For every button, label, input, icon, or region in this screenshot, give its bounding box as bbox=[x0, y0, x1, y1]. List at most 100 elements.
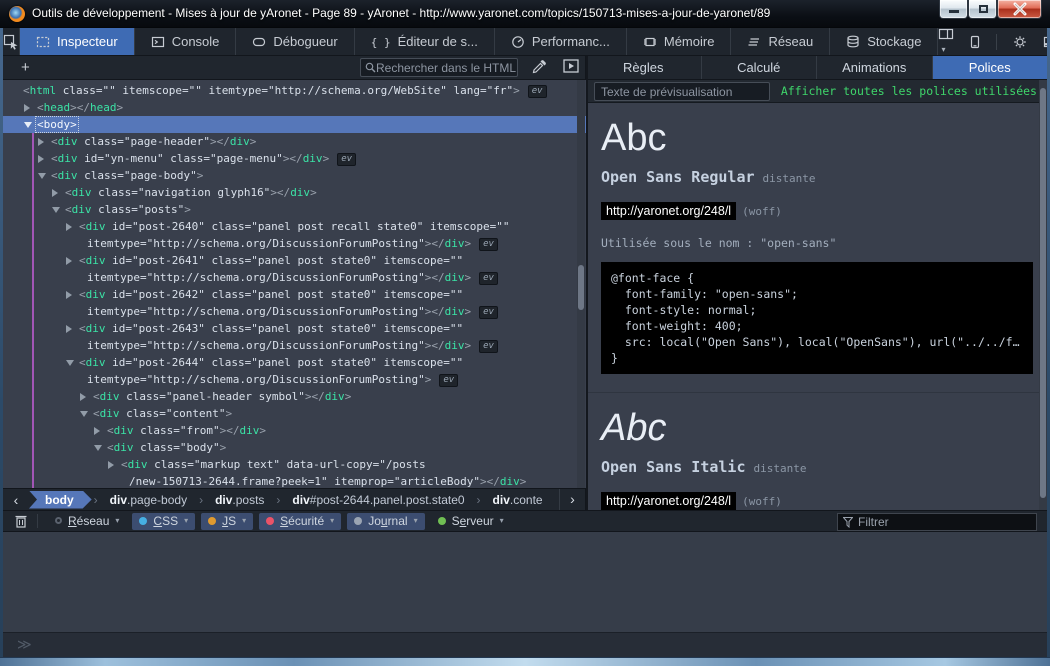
expand-arrow-icon[interactable] bbox=[94, 427, 100, 435]
markup-node[interactable]: itemtype="http://schema.org/DiscussionFo… bbox=[3, 371, 586, 388]
markup-node[interactable]: <div class="posts"> bbox=[3, 201, 586, 218]
toolbox-tab-rseau[interactable]: Réseau bbox=[731, 28, 830, 55]
markup-node[interactable]: <div id="post-2642" class="panel post st… bbox=[3, 286, 586, 303]
markup-node[interactable]: <div class="content"> bbox=[3, 405, 586, 422]
toolbox-tab-mmoire[interactable]: Mémoire bbox=[627, 28, 732, 55]
console-output[interactable] bbox=[3, 532, 1047, 632]
markup-node[interactable]: <div id="yn-menu" class="page-menu"></di… bbox=[3, 150, 586, 167]
fonts-scrollbar[interactable] bbox=[1039, 80, 1047, 510]
console-filter-input[interactable] bbox=[858, 515, 1028, 529]
dock-split-button[interactable]: ▾ bbox=[938, 28, 954, 55]
expand-arrow-icon[interactable] bbox=[108, 461, 114, 469]
eyedropper-icon[interactable] bbox=[531, 59, 547, 75]
collapse-arrow-icon[interactable] bbox=[94, 445, 102, 451]
markup-node[interactable]: itemtype="http://schema.org/DiscussionFo… bbox=[3, 303, 586, 320]
font-url-link[interactable]: http://yaronet.org/248/l bbox=[601, 492, 736, 510]
breadcrumb-item[interactable]: div#post-2644.panel.post.state0 bbox=[282, 491, 474, 509]
minimize-button[interactable] bbox=[939, 0, 968, 19]
collapse-arrow-icon[interactable] bbox=[38, 173, 46, 179]
markup-node[interactable]: itemtype="http://schema.org/DiscussionFo… bbox=[3, 337, 586, 354]
markup-node[interactable]: <div class="body"> bbox=[3, 439, 586, 456]
expand-arrow-icon[interactable] bbox=[80, 393, 86, 401]
toolbox-tab-inspecteur[interactable]: Inspecteur bbox=[20, 28, 135, 55]
sidebar-tab-calculé[interactable]: Calculé bbox=[702, 56, 818, 79]
expand-arrow-icon[interactable] bbox=[66, 257, 72, 265]
breadcrumb-item[interactable]: div.posts bbox=[205, 491, 274, 509]
markup-scrollbar[interactable] bbox=[577, 80, 585, 488]
sidebar-tab-animations[interactable]: Animations bbox=[817, 56, 933, 79]
event-badge[interactable]: ev bbox=[337, 153, 356, 166]
event-badge[interactable]: ev bbox=[479, 306, 498, 319]
toolbox-tab-performanc[interactable]: Performanc... bbox=[495, 28, 627, 55]
clear-console-button[interactable] bbox=[15, 514, 27, 528]
toolbox-tab-stockage[interactable]: Stockage bbox=[830, 28, 938, 55]
collapse-arrow-icon[interactable] bbox=[52, 207, 60, 213]
event-badge[interactable]: ev bbox=[528, 85, 547, 98]
panel-splitter[interactable] bbox=[586, 56, 588, 510]
expand-arrow-icon[interactable] bbox=[66, 291, 72, 299]
expand-arrow-icon[interactable] bbox=[38, 155, 44, 163]
console-filter-sécurité[interactable]: Sécurité▾ bbox=[259, 513, 341, 530]
markup-node[interactable]: <div id="post-2644" class="panel post st… bbox=[3, 354, 586, 371]
settings-button[interactable] bbox=[1013, 35, 1027, 49]
event-badge[interactable]: ev bbox=[479, 340, 498, 353]
markup-node[interactable]: <div class="markup text" data-url-copy="… bbox=[3, 456, 586, 473]
markup-node[interactable]: <div id="post-2643" class="panel post st… bbox=[3, 320, 586, 337]
breadcrumb-scroll-right-button[interactable]: › bbox=[559, 489, 585, 510]
markup-node[interactable]: <div class="page-header"></div> bbox=[3, 133, 586, 150]
markup-scrollbar-thumb[interactable] bbox=[578, 265, 584, 310]
collapse-arrow-icon[interactable] bbox=[66, 360, 74, 366]
markup-node[interactable]: <div class="from"></div> bbox=[3, 422, 586, 439]
expand-arrow-icon[interactable] bbox=[66, 223, 72, 231]
markup-node[interactable]: /new-150713-2644.frame?peek=1" itemprop=… bbox=[3, 473, 586, 488]
breadcrumb: body›div.page-body›div.posts›div#post-26… bbox=[29, 491, 553, 509]
markup-node[interactable]: <html class="" itemscope="" itemtype="ht… bbox=[3, 82, 586, 99]
event-badge[interactable]: ev bbox=[479, 272, 498, 285]
sidebar-tab-rgles[interactable]: Règles bbox=[586, 56, 702, 79]
console-filter-journal[interactable]: Journal▾ bbox=[347, 513, 424, 530]
markup-node[interactable]: <div id="post-2641" class="panel post st… bbox=[3, 252, 586, 269]
markup-node[interactable]: <body> bbox=[3, 116, 586, 133]
breadcrumb-scroll-left-button[interactable]: ‹ bbox=[3, 492, 29, 508]
toolbox-tab-dbogueur[interactable]: Débogueur bbox=[236, 28, 354, 55]
font-url-link[interactable]: http://yaronet.org/248/l bbox=[601, 202, 736, 220]
markup-node[interactable]: <div id="post-2640" class="panel post re… bbox=[3, 218, 586, 235]
markup-node[interactable]: itemtype="http://schema.org/DiscussionFo… bbox=[3, 269, 586, 286]
console-filter-réseau[interactable]: Réseau▾ bbox=[48, 513, 126, 530]
markup-view[interactable]: <html class="" itemscope="" itemtype="ht… bbox=[3, 80, 586, 488]
event-badge[interactable]: ev bbox=[479, 238, 498, 251]
box-play-icon[interactable] bbox=[563, 59, 579, 73]
markup-node[interactable]: <div class="page-body"> bbox=[3, 167, 586, 184]
console-filter-js[interactable]: JS▾ bbox=[201, 513, 253, 530]
font-format-label: (woff) bbox=[742, 495, 782, 508]
close-button[interactable] bbox=[997, 0, 1042, 19]
expand-arrow-icon[interactable] bbox=[52, 189, 58, 197]
markup-node[interactable]: <head></head> bbox=[3, 99, 586, 116]
expand-arrow-icon[interactable] bbox=[66, 325, 72, 333]
markup-node[interactable]: <div class="panel-header symbol"></div> bbox=[3, 388, 586, 405]
responsive-mode-button[interactable] bbox=[970, 35, 980, 49]
event-badge[interactable]: ev bbox=[439, 374, 458, 387]
expand-arrow-icon[interactable] bbox=[24, 104, 30, 112]
console-filter-css[interactable]: CSS▾ bbox=[132, 513, 195, 530]
toolbox-tab-console[interactable]: Console bbox=[135, 28, 237, 55]
markup-node[interactable]: itemtype="http://schema.org/DiscussionFo… bbox=[3, 235, 586, 252]
font-preview-input[interactable] bbox=[594, 82, 770, 101]
sidebar-tab-polices[interactable]: Polices bbox=[933, 56, 1048, 79]
toolbox-tab-diteurdes[interactable]: { }Éditeur de s... bbox=[355, 28, 495, 55]
restore-button[interactable] bbox=[968, 0, 997, 19]
console-input-row[interactable]: ≫ bbox=[3, 632, 1047, 657]
expand-arrow-icon[interactable] bbox=[38, 138, 44, 146]
search-input[interactable] bbox=[376, 61, 516, 75]
collapse-arrow-icon[interactable] bbox=[24, 122, 32, 128]
console-filter-serveur[interactable]: Serveur▾ bbox=[431, 513, 511, 530]
breadcrumb-item[interactable]: body bbox=[29, 491, 92, 509]
markup-node[interactable]: <div class="navigation glyph16"></div> bbox=[3, 184, 586, 201]
fonts-scrollbar-thumb[interactable] bbox=[1040, 88, 1046, 498]
collapse-arrow-icon[interactable] bbox=[80, 411, 88, 417]
breadcrumb-item[interactable]: div.page-body bbox=[100, 491, 197, 509]
breadcrumb-item[interactable]: div.conte bbox=[483, 491, 553, 509]
add-node-button[interactable]: + bbox=[21, 57, 30, 79]
pick-element-button[interactable] bbox=[3, 28, 20, 55]
show-all-fonts-link[interactable]: Afficher toutes les polices utilisées bbox=[781, 84, 1037, 98]
